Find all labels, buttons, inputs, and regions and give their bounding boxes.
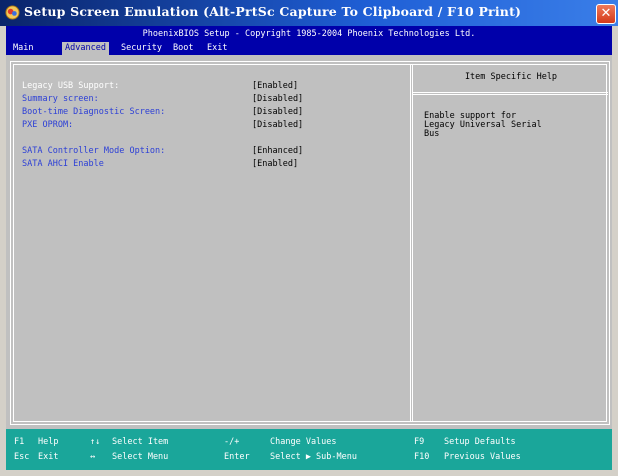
arrow-left-right-icon: ↔ bbox=[90, 452, 96, 462]
footer-previous-values: F10 Previous Values bbox=[414, 451, 521, 463]
footer-select-menu: ↔ Select Menu bbox=[90, 451, 168, 463]
panel-divider bbox=[410, 65, 413, 421]
key-esc: Esc bbox=[14, 452, 30, 462]
setting-label: Summary screen: bbox=[22, 94, 99, 104]
setup-emulation-icon bbox=[5, 5, 20, 20]
key-enter: Enter bbox=[224, 452, 250, 462]
tab-advanced[interactable]: Advanced bbox=[62, 42, 109, 55]
window-title: Setup Screen Emulation (Alt-PrtSc Captur… bbox=[24, 4, 522, 19]
settings-panel: Item Specific Help Enable support for Le… bbox=[6, 55, 612, 429]
help-line: Legacy Universal Serial bbox=[424, 120, 542, 130]
bios-setup-screen: PhoenixBIOS Setup - Copyright 1985-2004 … bbox=[6, 26, 612, 470]
setting-value[interactable]: [Enabled] bbox=[252, 158, 298, 170]
key-f10: F10 bbox=[414, 452, 430, 462]
setting-label: PXE OPROM: bbox=[22, 120, 74, 130]
setup-emulation-window: Setup Screen Emulation (Alt-PrtSc Captur… bbox=[0, 0, 618, 476]
setting-value[interactable]: [Enhanced] bbox=[252, 145, 303, 157]
setting-value[interactable]: [Disabled] bbox=[252, 93, 303, 105]
key-plusminus: -/+ bbox=[224, 437, 240, 447]
key-plusminus-text: Change Values bbox=[270, 437, 337, 447]
arrow-up-down-icon: ↑↓ bbox=[90, 437, 101, 447]
close-icon[interactable]: ✕ bbox=[596, 4, 616, 24]
help-line: Bus bbox=[424, 129, 440, 139]
footer-enter: Enter Select ▶ Sub-Menu bbox=[224, 451, 357, 463]
key-f1: F1 bbox=[14, 437, 25, 447]
menu-tab-bar: Main Advanced Security Boot Exit bbox=[6, 42, 612, 55]
tab-boot[interactable]: Boot bbox=[170, 42, 196, 55]
tab-security[interactable]: Security bbox=[118, 42, 165, 55]
help-separator bbox=[412, 92, 608, 95]
tab-exit[interactable]: Exit bbox=[204, 42, 230, 55]
setting-value[interactable]: [Disabled] bbox=[252, 106, 303, 118]
setting-label: Legacy USB Support: bbox=[22, 81, 120, 91]
setting-value[interactable]: [Disabled] bbox=[252, 119, 303, 131]
bios-header: PhoenixBIOS Setup - Copyright 1985-2004 … bbox=[6, 26, 612, 42]
key-f1-text: Help bbox=[38, 437, 59, 447]
tab-main[interactable]: Main bbox=[10, 42, 36, 55]
title-bar[interactable]: Setup Screen Emulation (Alt-PrtSc Captur… bbox=[0, 0, 618, 26]
setting-value[interactable]: [Enabled] bbox=[252, 80, 298, 92]
key-enter-text: Select ▶ Sub-Menu bbox=[270, 452, 357, 462]
key-f9: F9 bbox=[414, 437, 425, 447]
setting-label: SATA Controller Mode Option: bbox=[22, 146, 166, 156]
footer-exit: Esc Exit bbox=[14, 451, 58, 463]
key-f10-text: Previous Values bbox=[444, 452, 521, 462]
key-help-footer: F1 Help Esc Exit ↑↓ Select Item ↔ Select… bbox=[6, 429, 612, 470]
key-leftright-text: Select Menu bbox=[112, 452, 169, 462]
setting-label: Boot-time Diagnostic Screen: bbox=[22, 107, 166, 117]
help-heading: Item Specific Help bbox=[464, 72, 558, 82]
footer-change-values: -/+ Change Values bbox=[224, 436, 337, 448]
key-updown-text: Select Item bbox=[112, 437, 169, 447]
help-text: Enable support for Legacy Universal Seri… bbox=[424, 112, 604, 139]
key-f9-text: Setup Defaults bbox=[444, 437, 516, 447]
key-esc-text: Exit bbox=[38, 452, 59, 462]
footer-setup-defaults: F9 Setup Defaults bbox=[414, 436, 516, 448]
setting-label: SATA AHCI Enable bbox=[22, 159, 104, 169]
footer-select-item: ↑↓ Select Item bbox=[90, 436, 168, 448]
footer-help: F1 Help bbox=[14, 436, 58, 448]
